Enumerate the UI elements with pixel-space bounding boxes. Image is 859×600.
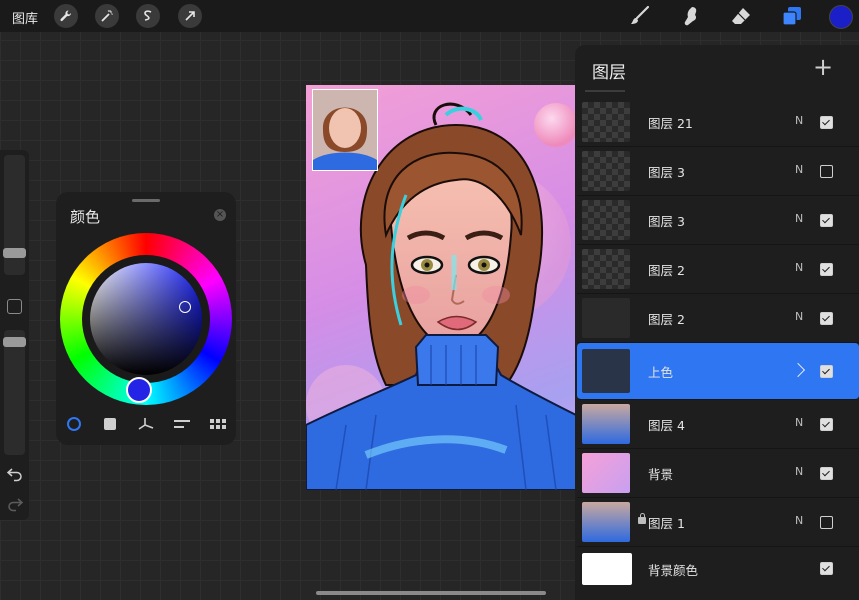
value-mode-icon[interactable] (172, 414, 192, 434)
visibility-checkbox[interactable] (820, 214, 833, 227)
drawing-canvas[interactable] (306, 85, 576, 490)
layer-name: 图层 21 (648, 116, 693, 131)
layer-name: 图层 2 (648, 312, 685, 327)
panel-grab-handle[interactable] (132, 199, 160, 202)
gallery-button[interactable]: 图库 (12, 8, 38, 27)
undo-icon[interactable] (6, 465, 24, 483)
layer-thumbnail (582, 298, 630, 338)
visibility-checkbox[interactable] (820, 516, 833, 529)
smudge-icon[interactable] (678, 3, 704, 29)
visibility-checkbox[interactable] (820, 467, 833, 480)
visibility-checkbox[interactable] (820, 365, 833, 378)
saturation-handle[interactable] (179, 301, 191, 313)
hue-handle[interactable] (126, 377, 152, 403)
close-icon[interactable]: × (214, 209, 226, 221)
layers-panel: 图层 + 图层 21 N 图层 3 N 图层 3 N 图层 2 N 图层 2 N… (575, 45, 859, 600)
blend-mode[interactable]: N (795, 163, 803, 176)
magic-wand-icon[interactable] (95, 4, 119, 28)
layer-name: 图层 4 (648, 418, 685, 433)
color-mode-bar (56, 414, 236, 436)
layer-row[interactable]: 图层 1 N (577, 498, 859, 547)
blend-mode[interactable]: N (795, 416, 803, 429)
layer-name: 图层 3 (648, 214, 685, 229)
layer-thumbnail (582, 404, 630, 444)
layer-name: 背景颜色 (648, 563, 699, 578)
layer-thumbnail (582, 151, 630, 191)
transform-arrow-icon[interactable] (178, 4, 202, 28)
layer-thumbnail (582, 502, 630, 542)
current-color-swatch[interactable] (829, 5, 853, 29)
blend-mode[interactable]: N (795, 514, 803, 527)
layer-row[interactable]: 图层 2 N (577, 294, 859, 343)
harmony-mode-icon[interactable] (136, 414, 156, 434)
layer-thumbnail (582, 102, 630, 142)
color-panel-title: 颜色 (70, 208, 101, 226)
layer-thumbnail (582, 453, 630, 493)
redo-icon[interactable] (6, 495, 24, 513)
opacity-slider[interactable] (4, 330, 25, 455)
blend-mode[interactable]: N (795, 465, 803, 478)
classic-mode-icon[interactable] (100, 414, 120, 434)
reference-thumbnail[interactable] (312, 89, 378, 171)
layer-name: 图层 3 (648, 165, 685, 180)
layer-name: 图层 2 (648, 263, 685, 278)
disc-mode-icon[interactable] (64, 414, 84, 434)
visibility-checkbox[interactable] (820, 312, 833, 325)
layer-thumbnail (582, 249, 630, 289)
visibility-checkbox[interactable] (820, 562, 833, 575)
modify-button[interactable] (7, 299, 22, 314)
blend-mode[interactable]: N (795, 114, 803, 127)
layer-name: 图层 1 (648, 516, 685, 531)
background-color-swatch[interactable] (582, 553, 632, 585)
layer-row[interactable]: 图层 4 N (577, 400, 859, 449)
visibility-checkbox[interactable] (820, 418, 833, 431)
layer-row[interactable]: 图层 21 N (577, 98, 859, 147)
layer-row[interactable]: 图层 2 N (577, 245, 859, 294)
chevron-right-icon[interactable] (790, 362, 806, 378)
visibility-checkbox[interactable] (820, 165, 833, 178)
top-toolbar: 图库 (0, 0, 859, 32)
wrench-icon[interactable] (54, 4, 78, 28)
saturation-disc[interactable] (90, 263, 202, 375)
selection-s-icon[interactable] (136, 4, 160, 28)
palette-mode-icon[interactable] (208, 414, 228, 434)
layer-name: 背景 (648, 467, 674, 482)
opacity-thumb[interactable] (3, 337, 26, 347)
blend-mode[interactable]: N (795, 310, 803, 323)
layer-name: 上色 (648, 365, 674, 380)
left-sidebar (0, 150, 29, 520)
visibility-checkbox[interactable] (820, 116, 833, 129)
panel-scroll-indicator (585, 90, 625, 92)
blend-mode[interactable]: N (795, 212, 803, 225)
group-thumbnail (582, 349, 630, 393)
wheel-gap (82, 255, 210, 383)
layer-row[interactable]: 背景 N (577, 449, 859, 498)
eraser-icon[interactable] (728, 3, 754, 29)
layer-row[interactable]: 图层 3 N (577, 196, 859, 245)
blend-mode[interactable]: N (795, 261, 803, 274)
layer-row[interactable]: 图层 3 N (577, 147, 859, 196)
layer-group-row-active[interactable]: 上色 (577, 343, 859, 400)
background-color-row[interactable]: 背景颜色 (577, 547, 859, 595)
visibility-checkbox[interactable] (820, 263, 833, 276)
add-layer-button[interactable]: + (813, 54, 833, 80)
layers-panel-title: 图层 (592, 63, 626, 83)
lock-icon (638, 513, 646, 524)
brush-icon[interactable] (627, 3, 653, 29)
home-indicator[interactable] (316, 591, 546, 595)
layers-icon[interactable] (779, 3, 805, 29)
brush-size-thumb[interactable] (3, 248, 26, 258)
color-panel: 颜色 × (56, 192, 236, 445)
layer-thumbnail (582, 200, 630, 240)
